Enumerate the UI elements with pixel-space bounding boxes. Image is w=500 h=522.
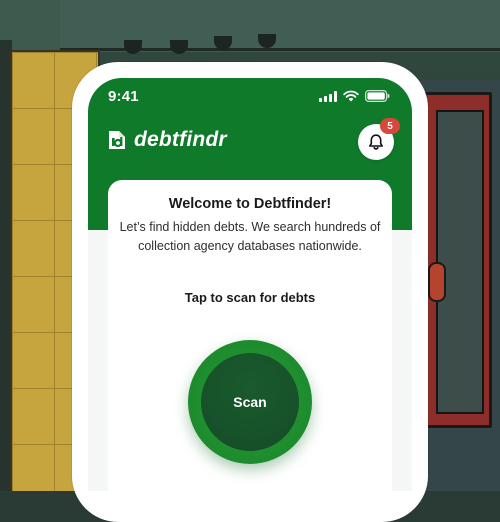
app-logo[interactable]: debtfindr [106,128,227,152]
welcome-card: Welcome to Debtfinder! Let’s find hidden… [108,180,392,491]
status-time: 9:41 [108,88,139,105]
welcome-title: Welcome to Debtfinder! [168,196,332,212]
cellular-signal-icon [319,90,337,102]
battery-icon [365,90,390,102]
background-door-knob [428,262,446,302]
status-bar: 9:41 [88,78,412,114]
notifications-button[interactable]: 5 [358,118,400,160]
scan-button[interactable]: Scan [201,353,299,451]
wifi-icon [343,90,359,102]
debtfindr-logo-icon [106,129,128,151]
welcome-subtitle: Let’s find hidden debts. We search hundr… [119,220,381,253]
app-logo-text: debtfindr [134,128,227,151]
phone-screen: 9:41 debtfindr 5 Welcome to Debtfinder! … [88,78,412,491]
notification-count-badge: 5 [380,118,400,134]
background-right-door [436,110,484,414]
status-icons [319,90,390,102]
bell-icon [369,134,383,150]
scan-prompt: Tap to scan for debts [184,290,316,305]
